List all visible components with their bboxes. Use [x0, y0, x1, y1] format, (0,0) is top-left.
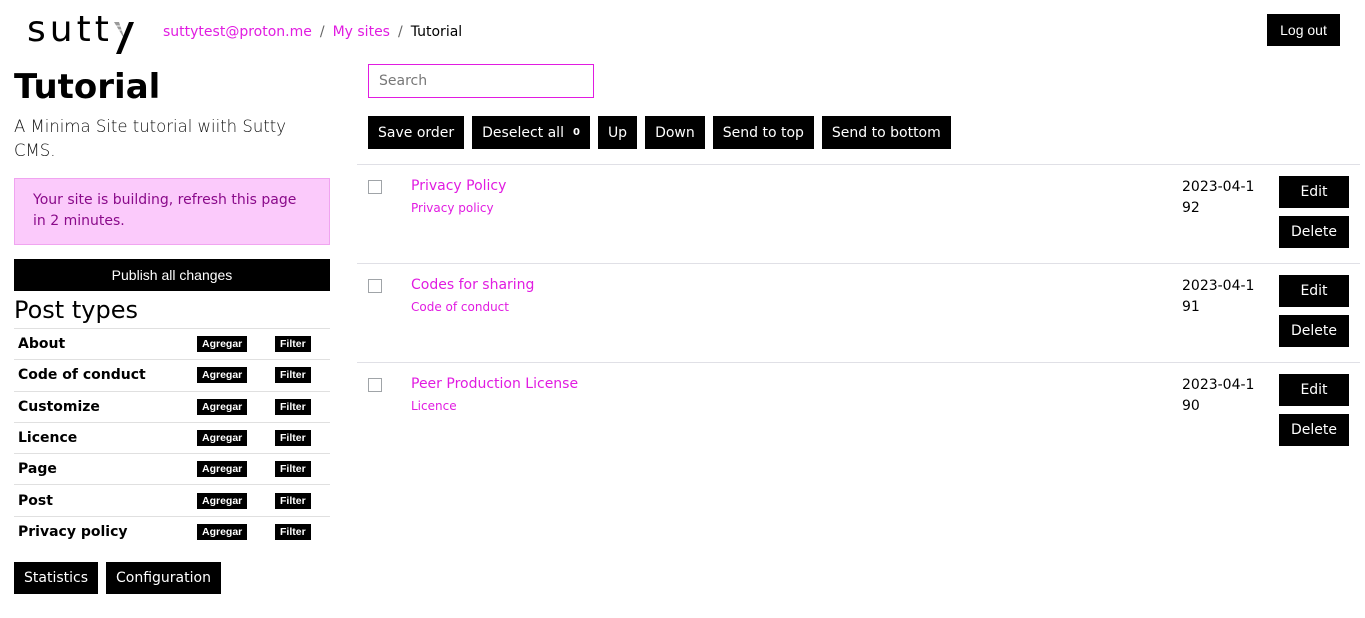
post-title-link[interactable]: Privacy Policy [411, 178, 506, 194]
post-type-row-licence: Licence Agregar Filter [14, 423, 330, 455]
build-status-alert: Your site is building, refresh this page… [14, 178, 330, 245]
post-row: Privacy Policy Privacy policy 2023-04-19… [357, 165, 1360, 264]
post-date: 2023-04-192 [1182, 179, 1255, 216]
post-type-name[interactable]: Code of conduct [18, 367, 146, 383]
post-types-heading: Post types [14, 296, 138, 324]
post-select-checkbox[interactable] [368, 180, 382, 194]
post-type-row-about: About Agregar Filter [14, 329, 330, 361]
up-label: Up [607, 124, 628, 141]
edit-button[interactable]: Edit [1279, 176, 1349, 208]
publish-all-changes-button[interactable]: Publish all changes [14, 259, 330, 291]
up-button[interactable]: Up [597, 116, 638, 149]
send-to-bottom-button[interactable]: Send to bottom [821, 116, 951, 149]
breadcrumb: suttytest@proton.me / My sites / Tutoria… [163, 22, 462, 42]
post-types-table: About Agregar Filter Code of conduct Agr… [14, 328, 330, 548]
send-to-bottom-label: Send to bottom [831, 124, 941, 141]
post-type-name[interactable]: Customize [18, 399, 100, 415]
filter-button[interactable]: Filter [275, 461, 311, 478]
configuration-button[interactable]: Configuration [106, 562, 221, 595]
down-button[interactable]: Down [645, 116, 705, 149]
edit-button[interactable]: Edit [1279, 275, 1349, 307]
logout-button[interactable]: Log out [1267, 14, 1340, 46]
logo-y-icon [113, 10, 135, 54]
delete-button[interactable]: Delete [1279, 315, 1349, 347]
post-row: Codes for sharing Code of conduct 2023-0… [357, 264, 1360, 363]
statistics-button[interactable]: Statistics [14, 562, 98, 595]
post-select-checkbox[interactable] [368, 378, 382, 392]
save-order-button[interactable]: Save order [368, 116, 465, 149]
site-actions: Statistics Configuration [14, 562, 330, 595]
breadcrumb-my-sites[interactable]: My sites [333, 22, 390, 42]
add-post-button[interactable]: Agregar [197, 461, 248, 478]
posts-list: Privacy Policy Privacy policy 2023-04-19… [357, 164, 1360, 462]
post-type-row-post: Post Agregar Filter [14, 485, 330, 517]
filter-button[interactable]: Filter [275, 524, 311, 541]
order-toolbar: Save order Deselect all 0 Up Down Send t… [368, 116, 1360, 149]
header: sutt suttytest@proton.me / My sites / Tu… [0, 0, 1365, 60]
post-type-link[interactable]: Privacy policy [411, 201, 494, 215]
sutty-logo[interactable]: sutt [27, 10, 137, 54]
edit-button[interactable]: Edit [1279, 374, 1349, 406]
post-title-link[interactable]: Peer Production License [411, 376, 578, 392]
post-type-row-privacy-policy: Privacy policy Agregar Filter [14, 517, 330, 548]
post-date: 2023-04-191 [1182, 278, 1255, 315]
post-date: 2023-04-190 [1182, 377, 1255, 414]
deselect-all-label: Deselect all [482, 124, 564, 141]
filter-button[interactable]: Filter [275, 336, 311, 353]
save-order-label: Save order [378, 124, 455, 141]
post-type-name[interactable]: Licence [18, 430, 77, 446]
filter-button[interactable]: Filter [275, 430, 311, 447]
selected-count-badge: 0 [572, 127, 580, 138]
filter-button[interactable]: Filter [275, 398, 311, 415]
filter-button[interactable]: Filter [275, 367, 311, 384]
post-type-link[interactable]: Code of conduct [411, 300, 509, 314]
post-type-row-code-of-conduct: Code of conduct Agregar Filter [14, 360, 330, 392]
deselect-all-button[interactable]: Deselect all 0 [472, 116, 590, 149]
post-type-name[interactable]: About [18, 336, 65, 352]
send-to-top-button[interactable]: Send to top [712, 116, 814, 149]
search-input[interactable] [368, 64, 594, 98]
add-post-button[interactable]: Agregar [197, 398, 248, 415]
main-content: Save order Deselect all 0 Up Down Send t… [357, 64, 1360, 462]
post-type-link[interactable]: Licence [411, 399, 457, 413]
delete-button[interactable]: Delete [1279, 216, 1349, 248]
logo-text: sutt [27, 9, 113, 50]
filter-button[interactable]: Filter [275, 492, 311, 509]
add-post-button[interactable]: Agregar [197, 524, 248, 541]
post-title-link[interactable]: Codes for sharing [411, 277, 534, 293]
post-type-row-customize: Customize Agregar Filter [14, 392, 330, 423]
breadcrumb-separator: / [397, 24, 403, 40]
delete-button[interactable]: Delete [1279, 414, 1349, 446]
down-label: Down [655, 124, 695, 141]
add-post-button[interactable]: Agregar [197, 492, 248, 509]
post-select-checkbox[interactable] [368, 279, 382, 293]
post-type-name[interactable]: Page [18, 461, 57, 477]
sidebar: Tutorial A Minima Site tutorial wiith Su… [14, 64, 330, 595]
send-to-top-label: Send to top [722, 124, 804, 141]
post-type-name[interactable]: Privacy policy [18, 524, 128, 540]
add-post-button[interactable]: Agregar [197, 367, 248, 384]
add-post-button[interactable]: Agregar [197, 336, 248, 353]
breadcrumb-separator: / [319, 24, 325, 40]
post-type-row-page: Page Agregar Filter [14, 454, 330, 486]
add-post-button[interactable]: Agregar [197, 430, 248, 447]
post-row: Peer Production License Licence 2023-04-… [357, 363, 1360, 462]
post-type-name[interactable]: Post [18, 493, 53, 509]
site-description: A Minima Site tutorial wiith Sutty CMS. [14, 117, 287, 160]
site-title: Tutorial [14, 67, 161, 107]
breadcrumb-user[interactable]: suttytest@proton.me [163, 22, 312, 42]
breadcrumb-current: Tutorial [410, 24, 463, 40]
